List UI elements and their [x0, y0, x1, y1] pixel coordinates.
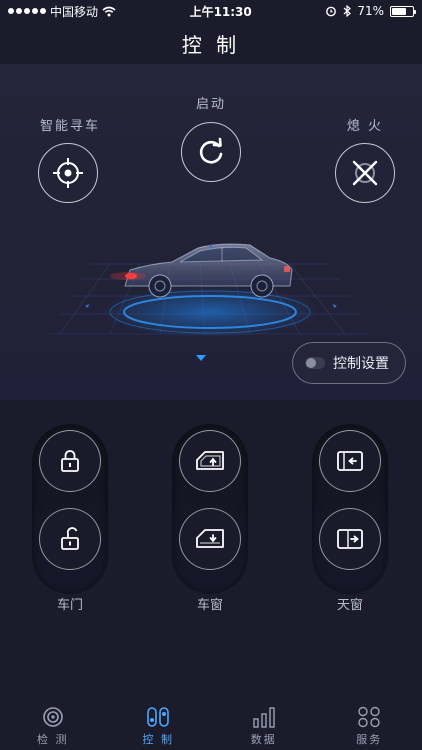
- tab-control[interactable]: 控 制: [123, 706, 193, 747]
- stall-button[interactable]: [335, 143, 395, 203]
- page-title: 控 制: [181, 32, 241, 57]
- engine-off-icon: [352, 160, 378, 186]
- stall-label: 熄 火: [346, 119, 384, 134]
- status-left: 中国移动: [8, 3, 116, 20]
- alarm-icon: [326, 6, 337, 17]
- tab-data[interactable]: 数据: [229, 706, 299, 747]
- door-unlock-button[interactable]: [39, 508, 101, 570]
- vehicle-control-panel: 智能寻车 启动 熄 火 控制设置: [0, 64, 422, 400]
- toggle-icon: [305, 357, 325, 369]
- unlock-icon: [61, 527, 79, 550]
- sunroof-open-icon: [337, 529, 363, 549]
- status-right: 71%: [325, 4, 416, 18]
- tab-data-label: 数据: [250, 732, 277, 746]
- battery-level-fill: [391, 7, 407, 15]
- data-icon: [253, 706, 275, 728]
- lock-icon: [61, 450, 79, 472]
- bluetooth-icon: [343, 5, 352, 17]
- status-bar: 中国移动 上午11:30 71%: [0, 0, 422, 22]
- tab-service-label: 服务: [356, 732, 383, 746]
- refresh-icon: [199, 137, 223, 164]
- tab-inspection[interactable]: 检 测: [18, 706, 88, 747]
- find-car-label: 智能寻车: [39, 119, 100, 134]
- navigation-bar: 控 制: [0, 22, 422, 64]
- door-lock-button[interactable]: [39, 430, 101, 492]
- status-time: 上午11:30: [189, 4, 252, 19]
- door-label: 车门: [56, 598, 83, 613]
- start-label: 启动: [195, 97, 226, 112]
- signal-strength-icon: [8, 8, 46, 14]
- window-down-button[interactable]: [179, 508, 241, 570]
- window-up-button[interactable]: [179, 430, 241, 492]
- service-icon: [358, 706, 380, 727]
- sunroof-close-button[interactable]: [319, 430, 381, 492]
- tab-service[interactable]: 服务: [334, 706, 404, 747]
- crosshair-icon: [53, 158, 83, 188]
- control-settings-label: 控制设置: [333, 356, 389, 372]
- find-car-button[interactable]: [38, 143, 98, 203]
- carrier-name: 中国移动: [50, 4, 99, 19]
- window-down-icon: [196, 529, 224, 548]
- tab-control-label: 控 制: [142, 732, 174, 746]
- control-settings-button[interactable]: 控制设置: [292, 342, 406, 384]
- tab-bar: 检 测 控 制 数据 服务: [0, 702, 422, 750]
- battery-icon: [389, 5, 416, 17]
- control-icon: [147, 706, 170, 727]
- wifi-icon: [102, 6, 116, 16]
- sunroof-label: 天窗: [336, 598, 363, 613]
- sunroof-close-icon: [337, 451, 363, 471]
- tab-inspection-label: 检 测: [37, 732, 69, 746]
- window-up-icon: [196, 451, 224, 470]
- start-button[interactable]: [181, 122, 241, 182]
- battery-percent: 71%: [357, 4, 384, 18]
- inspection-icon: [42, 706, 63, 727]
- window-label: 车窗: [196, 598, 223, 613]
- sunroof-open-button[interactable]: [319, 508, 381, 570]
